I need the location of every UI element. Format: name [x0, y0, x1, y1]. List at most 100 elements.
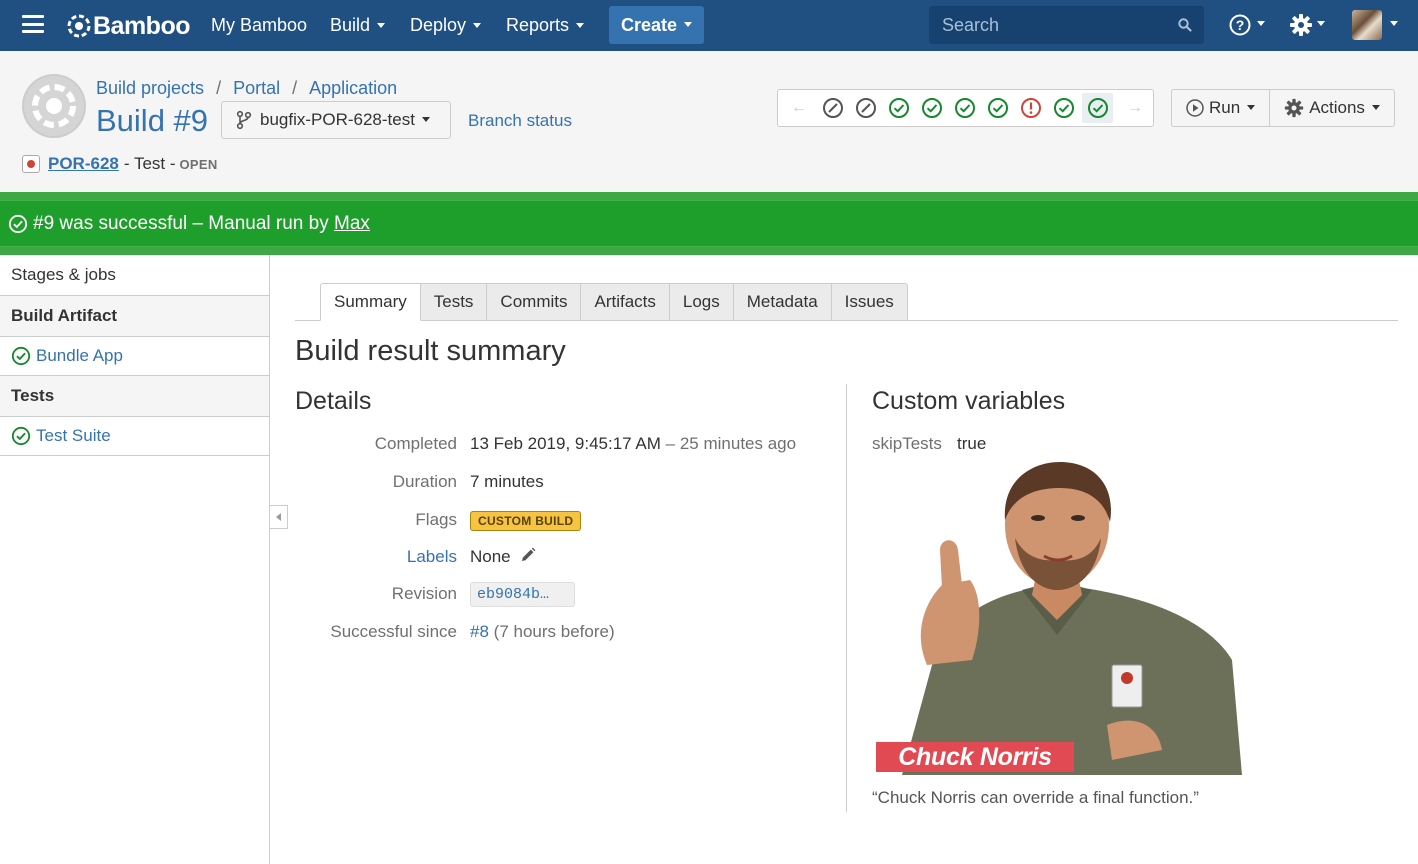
- create-button[interactable]: Create: [609, 6, 704, 44]
- success-icon: [955, 98, 975, 118]
- tab-metadata[interactable]: Metadata: [733, 283, 832, 321]
- user-avatar[interactable]: [1352, 10, 1382, 40]
- completed-label: Completed: [374, 434, 457, 453]
- build-actions-group: Run Actions: [1171, 89, 1395, 127]
- job-link-test-suite[interactable]: Test Suite: [0, 417, 269, 456]
- chevron-down-icon: [377, 22, 386, 28]
- tab-tests[interactable]: Tests: [420, 283, 488, 321]
- nav-my-bamboo[interactable]: My Bamboo: [211, 15, 307, 36]
- nav-build-label: Build: [330, 15, 371, 35]
- breadcrumb-build-projects[interactable]: Build projects: [96, 78, 204, 98]
- chevron-down-icon[interactable]: [1257, 21, 1265, 26]
- run-button[interactable]: Run: [1171, 89, 1271, 127]
- trigger-user-link[interactable]: Max: [334, 213, 370, 235]
- chevron-down-icon: [473, 22, 482, 28]
- stage-heading-label: Tests: [11, 386, 55, 405]
- jira-issue-key[interactable]: POR-628: [48, 154, 119, 174]
- build-history-item-current[interactable]: [1082, 93, 1113, 123]
- success-icon: [1087, 98, 1108, 118]
- revision-hash-link[interactable]: eb9084b…: [470, 582, 575, 607]
- top-navigation-bar: Bamboo My Bamboo Build Deploy Reports Cr…: [0, 0, 1418, 51]
- success-icon: [988, 98, 1008, 118]
- breadcrumb-separator: /: [292, 78, 298, 98]
- build-history-item[interactable]: [1019, 96, 1043, 120]
- build-history-item[interactable]: [854, 96, 878, 120]
- stages-and-jobs-label: Stages & jobs: [11, 265, 116, 284]
- chevron-down-icon: [1247, 104, 1256, 110]
- previous-build-link[interactable]: #8: [470, 622, 489, 641]
- nav-build[interactable]: Build: [330, 15, 386, 36]
- column-divider: [846, 384, 847, 812]
- build-status-bar: #9 was successful – Manual run by Max: [0, 200, 1418, 247]
- meme-quote: “Chuck Norris can override a final funct…: [872, 788, 1199, 807]
- play-icon: [1186, 99, 1204, 117]
- tab-artifacts[interactable]: Artifacts: [581, 283, 670, 321]
- labels-text: None: [470, 547, 511, 566]
- tab-logs[interactable]: Logs: [669, 283, 734, 321]
- stages-and-jobs-link[interactable]: Stages & jobs: [0, 255, 269, 296]
- nav-reports-label: Reports: [506, 15, 570, 35]
- tab-issues[interactable]: Issues: [831, 283, 908, 321]
- duration-label: Duration: [392, 472, 457, 491]
- success-icon: [889, 98, 909, 118]
- settings-gear-icon[interactable]: [1289, 13, 1313, 37]
- search-input[interactable]: Search: [929, 6, 1204, 44]
- build-history-item[interactable]: [887, 96, 911, 120]
- section-heading: Build result summary: [295, 335, 566, 367]
- pencil-edit-icon[interactable]: [520, 547, 536, 563]
- nav-deploy[interactable]: Deploy: [410, 15, 482, 36]
- tab-commits[interactable]: Commits: [487, 283, 582, 321]
- branch-selector[interactable]: bugfix-POR-628-test: [221, 101, 451, 139]
- app-switcher-menu-icon[interactable]: [22, 15, 44, 33]
- help-icon[interactable]: ?: [1229, 14, 1251, 36]
- linked-jira-issue: POR-628 - Test - OPEN: [22, 154, 218, 174]
- revision-label: Revision: [391, 584, 457, 603]
- thumbs-up-meme-image: [902, 462, 1242, 775]
- breadcrumb-application[interactable]: Application: [309, 78, 397, 98]
- success-icon: [8, 214, 28, 233]
- job-label: Bundle App: [36, 346, 123, 365]
- chevron-left-icon: [275, 513, 281, 521]
- chevron-down-icon: [576, 22, 585, 28]
- meme-caption-banner: Chuck Norris: [876, 742, 1074, 772]
- build-history-item[interactable]: [953, 96, 977, 120]
- build-history-item[interactable]: [920, 96, 944, 120]
- build-history-item[interactable]: [821, 96, 845, 120]
- actions-button[interactable]: Actions: [1270, 89, 1395, 127]
- search-icon: [1178, 18, 1192, 32]
- job-link-bundle-app[interactable]: Bundle App: [0, 337, 269, 376]
- build-history-item[interactable]: [1052, 96, 1076, 120]
- page-title[interactable]: Build #9: [96, 103, 208, 139]
- breadcrumb-portal[interactable]: Portal: [233, 78, 280, 98]
- run-button-label: Run: [1209, 98, 1241, 117]
- result-tabs: Summary Tests Commits Artifacts Logs Met…: [320, 283, 908, 321]
- nav-my-bamboo-label: My Bamboo: [211, 15, 308, 35]
- success-icon: [11, 426, 31, 446]
- successful-since-value: #8 (7 hours before): [470, 622, 615, 642]
- branch-icon: [236, 110, 252, 130]
- breadcrumb-separator: /: [216, 78, 222, 98]
- bamboo-logo-icon: [67, 14, 91, 38]
- completed-value: 13 Feb 2019, 9:45:17 AM – 25 minutes ago: [470, 434, 796, 454]
- build-history-item[interactable]: [986, 96, 1010, 120]
- labels-link[interactable]: Labels: [407, 547, 457, 567]
- disabled-icon: [856, 98, 876, 118]
- flags-label: Flags: [415, 510, 457, 529]
- sidebar-collapse-toggle[interactable]: [270, 505, 288, 529]
- branch-status-link[interactable]: Branch status: [468, 111, 572, 131]
- cog-icon: [1285, 98, 1304, 118]
- job-label: Test Suite: [36, 426, 111, 445]
- nav-reports[interactable]: Reports: [506, 15, 585, 36]
- revision-value: eb9084b…: [470, 582, 575, 607]
- stage-heading-label: Build Artifact: [11, 306, 118, 325]
- chevron-down-icon[interactable]: [1390, 21, 1398, 26]
- duration-value: 7 minutes: [470, 472, 544, 491]
- chevron-down-icon[interactable]: [1317, 21, 1325, 26]
- failed-icon: [1021, 98, 1041, 118]
- create-button-label: Create: [620, 14, 678, 35]
- tab-summary[interactable]: Summary: [320, 283, 421, 321]
- arrow-right-icon: →: [1127, 99, 1143, 116]
- successful-since-relative: (7 hours before): [493, 622, 615, 641]
- jira-issue-summary: - Test -: [123, 154, 176, 173]
- bamboo-logo[interactable]: Bamboo: [67, 12, 191, 40]
